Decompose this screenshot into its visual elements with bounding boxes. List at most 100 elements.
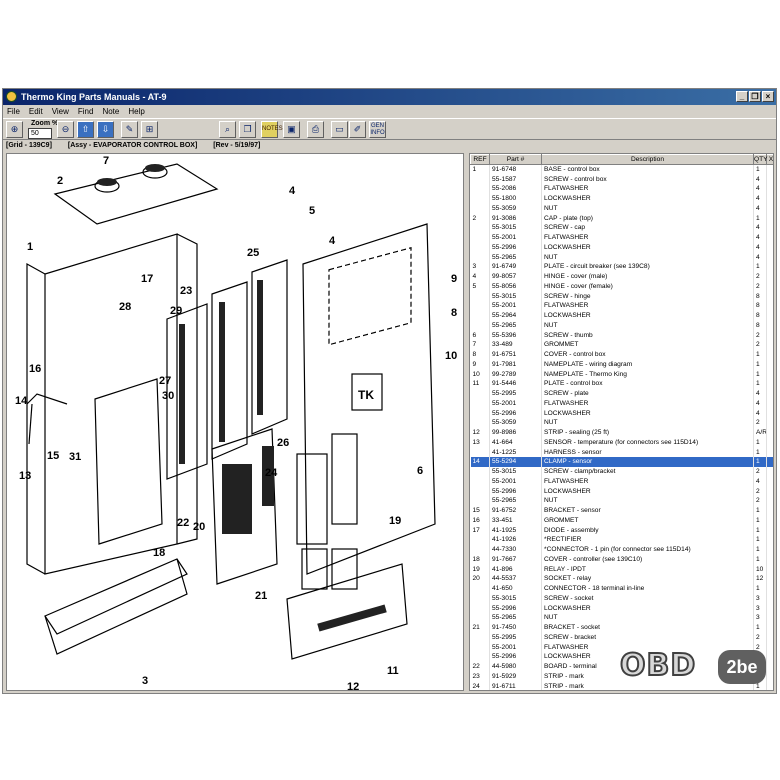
table-row[interactable]: 5 55-8056 HINGE - cover (female) 2 bbox=[470, 281, 773, 292]
table-row[interactable]: 55-2996 LOCKWASHER 4 bbox=[470, 408, 773, 418]
callout-label[interactable]: 22 bbox=[177, 517, 189, 529]
table-row[interactable]: 55-2965 NUT 2 bbox=[470, 496, 773, 506]
callout-label[interactable]: 15 bbox=[47, 450, 59, 462]
table-row[interactable]: 55-3059 NUT 4 bbox=[470, 203, 773, 214]
table-row[interactable]: 55-3015 SCREW - socket 3 bbox=[470, 593, 773, 604]
callout-label[interactable]: 29 bbox=[170, 305, 182, 317]
callout-label[interactable]: 23 bbox=[180, 285, 192, 297]
notes-button[interactable]: NOTES bbox=[261, 121, 283, 138]
table-row[interactable]: 20 44-5537 SOCKET - relay 12 bbox=[470, 574, 773, 584]
callout-label[interactable]: 19 bbox=[389, 515, 401, 527]
table-row[interactable]: 8 91-6751 COVER - control box 1 bbox=[470, 349, 773, 360]
page-up-button[interactable]: ⇧ bbox=[77, 121, 94, 138]
table-row[interactable]: 55-1587 SCREW - control box 4 bbox=[470, 174, 773, 184]
page-down-button[interactable]: ⇩ bbox=[97, 121, 114, 138]
table-row[interactable]: 55-1800 LOCKWASHER 4 bbox=[470, 193, 773, 204]
copy-button[interactable]: ❐ bbox=[239, 121, 256, 138]
restore-button[interactable]: ❐ bbox=[749, 91, 761, 102]
bookmark-button[interactable]: ▣ bbox=[283, 121, 300, 138]
table-row[interactable]: 12 99-8986 STRIP - sealing (25 ft) A/R bbox=[470, 427, 773, 438]
minimize-button[interactable]: _ bbox=[736, 91, 748, 102]
menu-help[interactable]: Help bbox=[128, 105, 144, 118]
column-header-description[interactable]: Description bbox=[541, 154, 754, 165]
callout-label[interactable]: 5 bbox=[309, 205, 315, 217]
callout-label[interactable]: 6 bbox=[417, 465, 423, 477]
table-row[interactable]: 55-3015 SCREW - clamp/bracket 2 bbox=[470, 466, 773, 477]
table-row[interactable]: 17 41-1925 DIODE - assembly 1 bbox=[470, 525, 773, 535]
table-row[interactable]: 3 91-6749 PLATE - circuit breaker (see 139… bbox=[470, 262, 773, 272]
table-row[interactable]: 55-2965 NUT 4 bbox=[470, 252, 773, 262]
table-row[interactable]: 15 91-6752 BRACKET - sensor 1 bbox=[470, 505, 773, 516]
table-row[interactable]: 55-2995 SCREW - plate 4 bbox=[470, 388, 773, 399]
table-row[interactable]: 55-3015 SCREW - cap 4 bbox=[470, 223, 773, 233]
column-header-ref[interactable]: REF bbox=[470, 154, 490, 165]
table-row[interactable]: 18 91-7667 COVER - controller (see 139C10)… bbox=[470, 554, 773, 565]
title-bar[interactable]: Thermo King Parts Manuals - AT-9 _ ❐ × bbox=[3, 89, 776, 105]
table-row[interactable]: 55-2965 NUT 8 bbox=[470, 320, 773, 331]
print-button[interactable]: ⎙ bbox=[307, 121, 324, 138]
callout-label[interactable]: 28 bbox=[119, 301, 131, 313]
callout-label[interactable]: 20 bbox=[193, 521, 205, 533]
callout-label[interactable]: 25 bbox=[247, 247, 259, 259]
callout-label[interactable]: 7 bbox=[103, 155, 109, 167]
table-row[interactable]: 11 91-5446 PLATE - control box 1 bbox=[470, 379, 773, 389]
callout-label[interactable]: 4 bbox=[289, 185, 296, 197]
edit-note-button[interactable]: ✎ bbox=[121, 121, 138, 138]
table-row[interactable]: 19 41-896 RELAY - IPDT 10 bbox=[470, 564, 773, 574]
menu-file[interactable]: File bbox=[7, 105, 20, 118]
callout-label[interactable]: 16 bbox=[29, 363, 41, 375]
table-row[interactable]: 4 99-8057 HINGE - cover (male) 2 bbox=[470, 271, 773, 282]
callout-label[interactable]: 17 bbox=[141, 273, 153, 285]
callout-label[interactable]: 18 bbox=[153, 547, 165, 559]
callout-label[interactable]: 26 bbox=[277, 437, 289, 449]
callout-label[interactable]: 12 bbox=[347, 681, 359, 690]
zoom-fit-button[interactable]: ⊞ bbox=[141, 121, 158, 138]
menu-edit[interactable]: Edit bbox=[29, 105, 43, 118]
table-row[interactable]: 44-7330 *CONNECTOR - 1 pin (for connector… bbox=[470, 544, 773, 555]
column-header-qty[interactable]: QTY bbox=[753, 154, 768, 165]
window-button[interactable]: ▭ bbox=[331, 121, 348, 138]
table-row[interactable]: 21 91-7450 BRACKET - socket 1 bbox=[470, 622, 773, 633]
table-row[interactable]: 16 33-451 GROMMET 1 bbox=[470, 515, 773, 526]
exploded-diagram[interactable]: TK 1 2 3 4 4 5 6 7 8 9 10 11 12 13 14 15… bbox=[6, 153, 464, 691]
callout-label[interactable]: 4 bbox=[329, 235, 336, 247]
clear-button[interactable]: ✐ bbox=[349, 121, 366, 138]
table-row[interactable]: 55-2001 FLATWASHER 4 bbox=[470, 232, 773, 243]
menu-find[interactable]: Find bbox=[78, 105, 94, 118]
callout-label[interactable]: 21 bbox=[255, 590, 267, 602]
table-row[interactable]: 55-2995 SCREW - bracket 2 bbox=[470, 632, 773, 643]
callout-label[interactable]: 24 bbox=[265, 467, 278, 479]
callout-label[interactable]: 11 bbox=[387, 665, 399, 677]
table-row[interactable]: 55-2965 NUT 3 bbox=[470, 613, 773, 623]
table-row[interactable]: 55-2996LOCKWASHER2 bbox=[470, 486, 773, 496]
table-row[interactable]: 1 91-6748 BASE - control box 1 bbox=[470, 164, 773, 175]
callout-label[interactable]: 1 bbox=[27, 241, 33, 253]
table-row[interactable]: 7 33-489 GROMMET 2 bbox=[470, 340, 773, 350]
callout-label[interactable]: 14 bbox=[15, 395, 28, 407]
zoom-out-button[interactable]: ⊖ bbox=[57, 121, 74, 138]
callout-label[interactable]: 31 bbox=[69, 451, 81, 463]
table-row[interactable]: 55-2964 LOCKWASHER 8 bbox=[470, 310, 773, 321]
table-row[interactable]: 10 99-2789 NAMEPLATE - Thermo King 1 bbox=[470, 369, 773, 379]
table-row[interactable]: 41-1225 HARNESS - sensor 1 bbox=[470, 447, 773, 457]
zoom-in-button[interactable]: ⊕ bbox=[6, 121, 23, 138]
callout-label[interactable]: 3 bbox=[142, 675, 148, 687]
callout-label[interactable]: 8 bbox=[451, 307, 457, 319]
menu-note[interactable]: Note bbox=[102, 105, 119, 118]
table-row[interactable]: 14 55-5294 CLAMP - sensor 1 bbox=[470, 457, 773, 467]
gen-info-button[interactable]: GEN INFO bbox=[369, 121, 386, 138]
table-row[interactable]: 55-3015 SCREW - hinge 8 bbox=[470, 291, 773, 301]
table-row[interactable]: 55-2086 FLATWASHER 4 bbox=[470, 184, 773, 194]
table-row[interactable]: 55-2996 LOCKWASHER 4 bbox=[470, 242, 773, 253]
table-row[interactable]: 55-2996 LOCKWASHER 3 bbox=[470, 603, 773, 613]
table-row[interactable]: 9 91-7981 NAMEPLATE - wiring diagram 1 bbox=[470, 359, 773, 370]
column-header-part-number[interactable]: Part # bbox=[489, 154, 542, 165]
close-button[interactable]: × bbox=[762, 91, 774, 102]
callout-label[interactable]: 9 bbox=[451, 273, 457, 285]
table-row[interactable]: 41-1926 *RECTIFIER 1 bbox=[470, 535, 773, 545]
menu-view[interactable]: View bbox=[52, 105, 69, 118]
zoom-input[interactable] bbox=[28, 128, 52, 139]
table-row[interactable]: 6 55-5396 SCREW - thumb 2 bbox=[470, 330, 773, 340]
table-row[interactable]: 55-2001 FLATWASHER 8 bbox=[470, 301, 773, 311]
find-button[interactable]: ⌕ bbox=[219, 121, 236, 138]
